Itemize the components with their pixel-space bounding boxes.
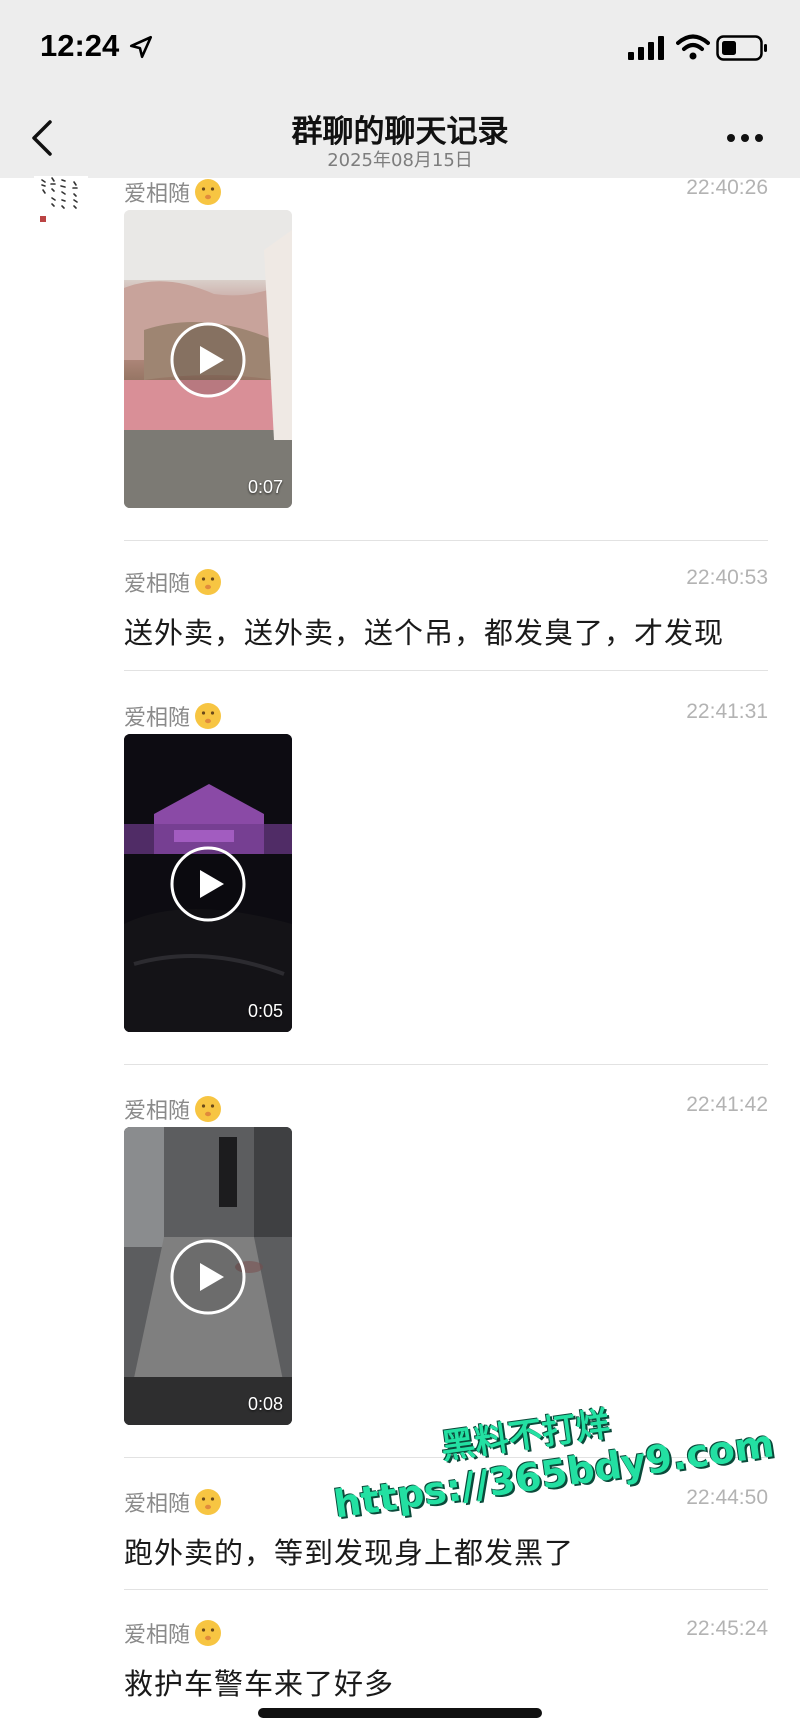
divider bbox=[124, 1589, 768, 1590]
sender-name: 爱相随 bbox=[124, 572, 191, 597]
message-item: 爱相随 22:40:53 送外卖，送外卖，送个吊，都发臭了，才发现 bbox=[124, 566, 768, 666]
wifi-icon bbox=[676, 34, 710, 60]
video-duration: 0:05 bbox=[247, 1001, 283, 1021]
status-bar: 12:24 bbox=[0, 0, 800, 96]
sender-name: 爱相随 bbox=[124, 1623, 191, 1648]
message-text: 送外卖，送外卖，送个吊，都发臭了，才发现 bbox=[124, 616, 725, 650]
shush-emoji-icon bbox=[195, 179, 222, 205]
more-dots-icon[interactable] bbox=[726, 132, 764, 144]
message-time: 22:40:53 bbox=[686, 566, 768, 589]
play-icon[interactable] bbox=[169, 1238, 247, 1316]
location-arrow-icon bbox=[129, 35, 153, 59]
message-time: 22:44:50 bbox=[686, 1486, 768, 1509]
shush-emoji-icon bbox=[195, 703, 222, 729]
message-text: 跑外卖的，等到发现身上都发黑了 bbox=[124, 1536, 575, 1570]
message-item: 爱相随 22:44:50 跑外卖的，等到发现身上都发黑了 bbox=[124, 1486, 768, 1586]
shush-emoji-icon bbox=[195, 1620, 222, 1646]
divider bbox=[124, 1457, 768, 1458]
message-time: 22:41:42 bbox=[686, 1093, 768, 1116]
sender-name: 爱相随 bbox=[124, 1099, 191, 1124]
message-item: 爱相随 22:40:26 0:07 bbox=[124, 176, 768, 516]
shush-emoji-icon bbox=[195, 569, 222, 595]
play-icon[interactable] bbox=[169, 321, 247, 399]
video-thumbnail[interactable]: 0:08 bbox=[124, 1127, 292, 1425]
message-item: 爱相随 22:45:24 救护车警车来了好多 bbox=[124, 1617, 768, 1717]
message-time: 22:40:26 bbox=[686, 176, 768, 199]
page-date: 2025年08月15日 bbox=[327, 150, 473, 171]
sender-name: 爱相随 bbox=[124, 706, 191, 731]
video-duration: 0:07 bbox=[247, 477, 283, 497]
status-time: 12:24 bbox=[40, 28, 120, 63]
message-item: 爱相随 22:41:31 0:05 bbox=[124, 700, 768, 1040]
message-time: 22:41:31 bbox=[686, 700, 768, 723]
battery-icon bbox=[716, 35, 767, 61]
divider bbox=[124, 1064, 768, 1065]
video-thumbnail[interactable]: 0:05 bbox=[124, 734, 292, 1032]
video-duration: 0:08 bbox=[247, 1394, 283, 1414]
divider bbox=[124, 540, 768, 541]
avatar[interactable] bbox=[34, 176, 88, 246]
nav-bar: 群聊的聊天记录 2025年08月15日 bbox=[0, 96, 800, 178]
shush-emoji-icon bbox=[195, 1489, 222, 1515]
video-thumbnail[interactable]: 0:07 bbox=[124, 210, 292, 508]
play-icon[interactable] bbox=[169, 845, 247, 923]
message-time: 22:45:24 bbox=[686, 1617, 768, 1640]
message-text: 救护车警车来了好多 bbox=[124, 1667, 395, 1701]
divider bbox=[124, 670, 768, 671]
sender-name: 爱相随 bbox=[124, 182, 191, 207]
home-indicator[interactable] bbox=[258, 1708, 542, 1718]
signal-icon bbox=[628, 36, 664, 60]
shush-emoji-icon bbox=[195, 1096, 222, 1122]
message-item: 爱相随 22:41:42 0:08 bbox=[124, 1093, 768, 1433]
sender-name: 爱相随 bbox=[124, 1492, 191, 1517]
page-title: 群聊的聊天记录 bbox=[291, 114, 509, 150]
